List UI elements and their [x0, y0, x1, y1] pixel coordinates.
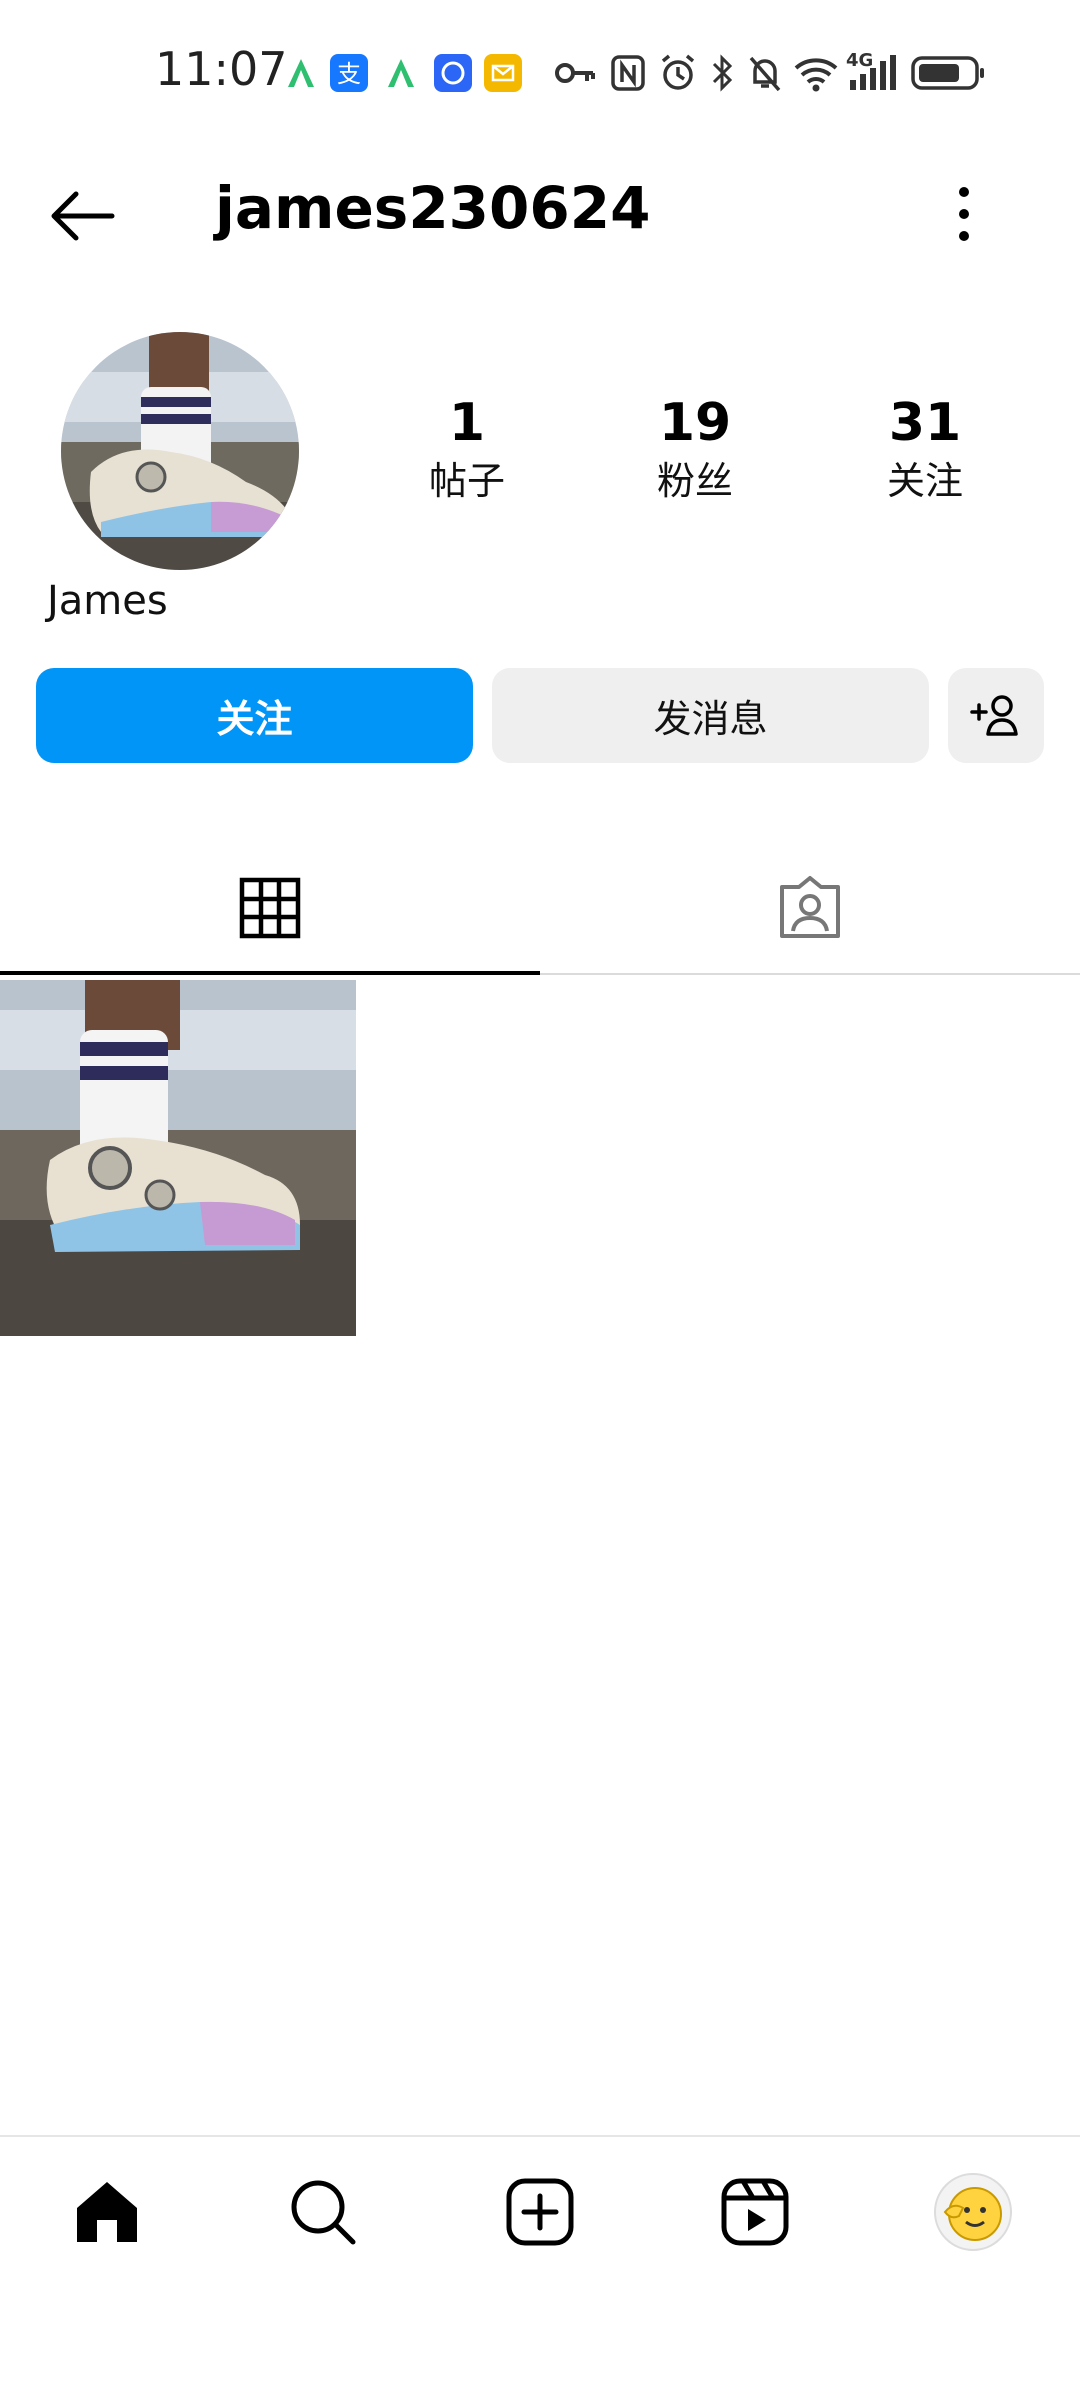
search-icon — [291, 2180, 356, 2245]
home-icon — [77, 2182, 137, 2242]
status-bar: 11:07 支 4G — [0, 0, 1080, 150]
nav-create[interactable] — [495, 2167, 585, 2257]
nfc-icon — [611, 55, 645, 91]
bluetooth-icon — [712, 54, 733, 92]
alipay-icon: 支 — [330, 54, 368, 92]
post-thumbnail[interactable] — [0, 980, 356, 1336]
stat-followers-count: 19 — [658, 393, 732, 453]
stat-posts[interactable]: 1 帖子 — [367, 388, 567, 504]
stat-followers-label: 粉丝 — [656, 459, 733, 503]
status-time: 11:07 — [155, 42, 288, 96]
tab-tagged[interactable] — [540, 840, 1080, 975]
nav-profile[interactable] — [928, 2167, 1018, 2257]
message-button[interactable]: 发消息 — [492, 668, 929, 763]
profile-header: james230624 — [0, 150, 1080, 280]
profile-avatar-icon — [934, 2173, 1012, 2251]
app-a-icon — [388, 59, 414, 87]
nav-home[interactable] — [62, 2167, 152, 2257]
stat-following[interactable]: 31 关注 — [825, 388, 1025, 504]
stat-followers[interactable]: 19 粉丝 — [595, 388, 795, 504]
add-person-icon — [970, 694, 1018, 736]
alarm-icon — [661, 54, 695, 90]
profile-tabs — [0, 840, 1080, 975]
more-vertical-icon[interactable] — [944, 178, 984, 250]
sneaker-photo — [0, 980, 356, 1336]
nav-search[interactable] — [278, 2167, 368, 2257]
signal-icon — [850, 55, 896, 90]
grid-icon — [239, 877, 301, 938]
bottom-navigation — [0, 2135, 1080, 2280]
battery-icon — [911, 56, 984, 90]
vpn-key-icon — [555, 63, 595, 83]
security-app-icon — [434, 54, 472, 92]
arrow-left-icon[interactable] — [46, 180, 118, 252]
display-name: James — [47, 578, 168, 624]
mail-app-icon — [484, 54, 522, 92]
profile-avatar[interactable] — [61, 332, 299, 570]
create-post-icon — [506, 2178, 574, 2246]
profile-username: james230624 — [215, 174, 651, 242]
sneaker-photo-avatar — [61, 332, 299, 570]
reels-icon — [721, 2178, 789, 2246]
tagged-person-icon — [780, 875, 840, 938]
tab-posts-grid[interactable] — [0, 840, 540, 975]
active-tab-indicator — [0, 971, 540, 975]
stat-posts-count: 1 — [448, 393, 486, 453]
stat-posts-label: 帖子 — [428, 459, 505, 503]
follow-button[interactable]: 关注 — [36, 668, 473, 763]
suggested-users-button[interactable] — [948, 668, 1044, 763]
nav-reels[interactable] — [710, 2167, 800, 2257]
wifi-icon — [794, 58, 838, 92]
stat-following-label: 关注 — [886, 459, 963, 503]
app-a-icon — [288, 59, 314, 87]
mute-icon — [749, 56, 781, 92]
stat-following-count: 31 — [888, 393, 962, 453]
svg-text:支: 支 — [337, 60, 361, 88]
